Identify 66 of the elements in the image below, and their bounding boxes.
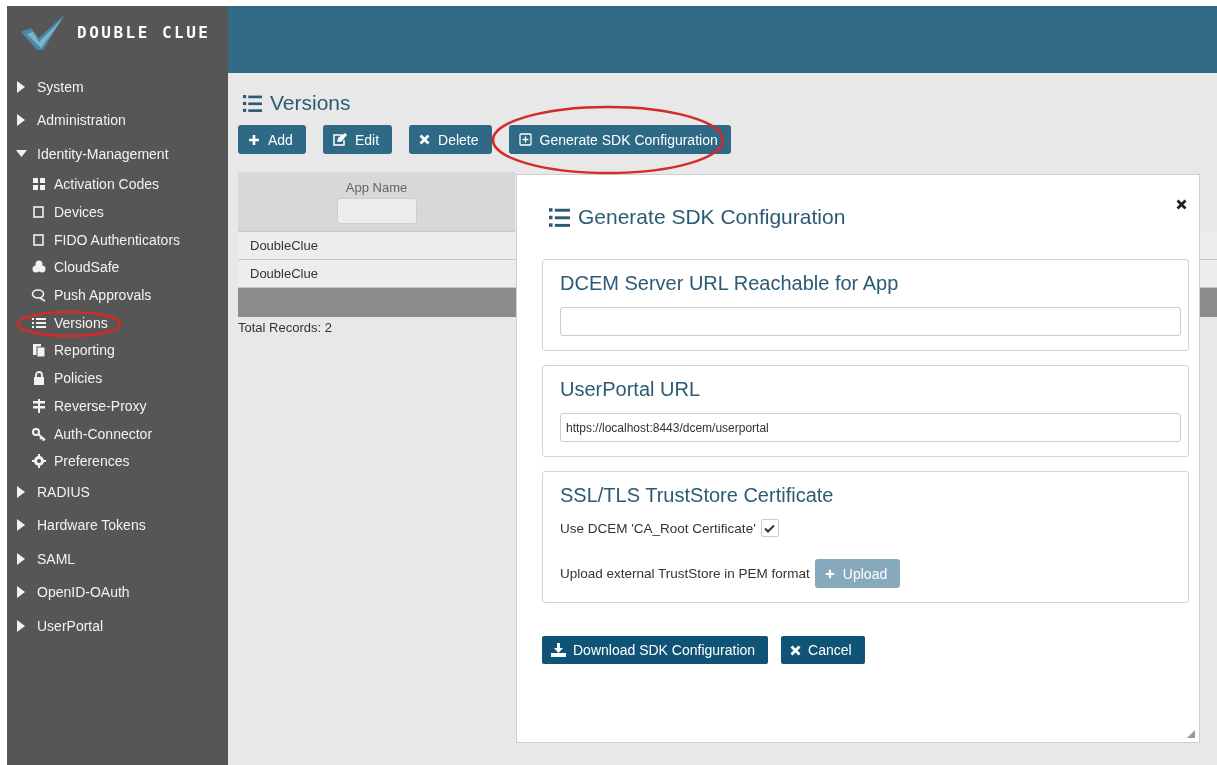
menu-group[interactable]: SAML — [7, 542, 228, 576]
toolbar-button[interactable]: Delete — [409, 125, 492, 154]
toolbar-button[interactable]: Generate SDK Configuration — [508, 125, 731, 154]
checkbox[interactable] — [760, 519, 779, 537]
edit-icon — [332, 133, 347, 146]
section-title: DCEM Server URL Reachable for App — [560, 272, 900, 295]
section-title: UserPortal URL — [560, 378, 702, 401]
download-icon — [551, 643, 566, 657]
menu-item[interactable]: Devices — [7, 198, 228, 226]
numbered-list-icon — [243, 93, 262, 113]
close-icon[interactable] — [1176, 199, 1187, 210]
signpost-icon — [31, 397, 47, 414]
menu-group[interactable]: OpenID-OAuth — [7, 575, 228, 610]
checkbox-label: Use DCEM 'CA_Root Certificate' — [560, 520, 756, 536]
menu-group[interactable]: System — [7, 70, 228, 104]
menu-item[interactable]: Reverse-Proxy — [7, 392, 228, 420]
caret-right-icon — [16, 519, 27, 532]
logo-text: DOUBLE CLUE — [77, 22, 211, 42]
filter-field[interactable] — [336, 197, 417, 224]
menu-group[interactable]: Hardware Tokens — [7, 508, 228, 543]
key-icon — [31, 425, 47, 442]
toolbar-button[interactable]: Add — [238, 125, 306, 154]
grid-icon — [31, 176, 47, 193]
menu-group[interactable]: Identity-Management — [7, 137, 228, 171]
document-icon — [31, 342, 47, 359]
upload-label: Upload external TrustStore in PEM format — [560, 566, 810, 581]
menu-item[interactable]: Activation Codes — [7, 170, 228, 199]
menu-item[interactable]: Policies — [7, 364, 228, 392]
menu-item[interactable]: Push Approvals — [7, 281, 228, 309]
menu-item[interactable]: Reporting — [7, 336, 228, 365]
resize-grip-icon[interactable] — [1187, 730, 1195, 738]
column-title: App Name — [345, 179, 408, 195]
menu-item[interactable]: Preferences — [7, 447, 228, 476]
total-records: Total Records: 2 — [238, 320, 332, 335]
square-icon — [31, 231, 47, 248]
toolbar-button[interactable]: Edit — [322, 125, 393, 154]
caret-right-icon — [16, 619, 27, 632]
caret-right-icon — [16, 586, 27, 599]
menu-item[interactable]: Versions — [7, 308, 228, 337]
menu-group[interactable]: Administration — [7, 103, 228, 137]
menu-item[interactable]: Auth-Connector — [7, 419, 228, 448]
url-field[interactable]: https://localhost:8443/dcem/userportal — [560, 413, 1181, 442]
caret-right-icon — [16, 114, 27, 127]
caret-right-icon — [16, 80, 27, 93]
close-icon — [790, 644, 802, 656]
lock-icon — [31, 370, 47, 387]
caret-right-icon — [16, 485, 27, 498]
close-icon — [419, 134, 431, 145]
square-icon — [31, 204, 47, 221]
url-field[interactable] — [560, 307, 1181, 336]
page-title: Versions — [270, 91, 351, 115]
section-title: SSL/TLS TrustStore Certificate — [560, 484, 835, 507]
numbered-list-icon — [549, 206, 570, 228]
caret-right-icon — [16, 552, 27, 565]
caret-down-icon — [16, 147, 27, 160]
dialog-button[interactable]: Cancel — [781, 636, 865, 664]
plus-square-icon — [518, 133, 532, 146]
menu-item[interactable]: CloudSafe — [7, 253, 228, 282]
plus-icon — [248, 133, 260, 146]
menu-group[interactable]: RADIUS — [7, 475, 228, 509]
plus-icon — [824, 568, 835, 579]
menu-item[interactable]: FIDO Authenticators — [7, 225, 228, 254]
checkmark-icon — [764, 523, 776, 533]
dialog-title: Generate SDK Configuration — [578, 205, 846, 229]
menu-group[interactable]: UserPortal — [7, 609, 228, 643]
dialog-button[interactable]: Download SDK Configuration — [542, 636, 769, 664]
